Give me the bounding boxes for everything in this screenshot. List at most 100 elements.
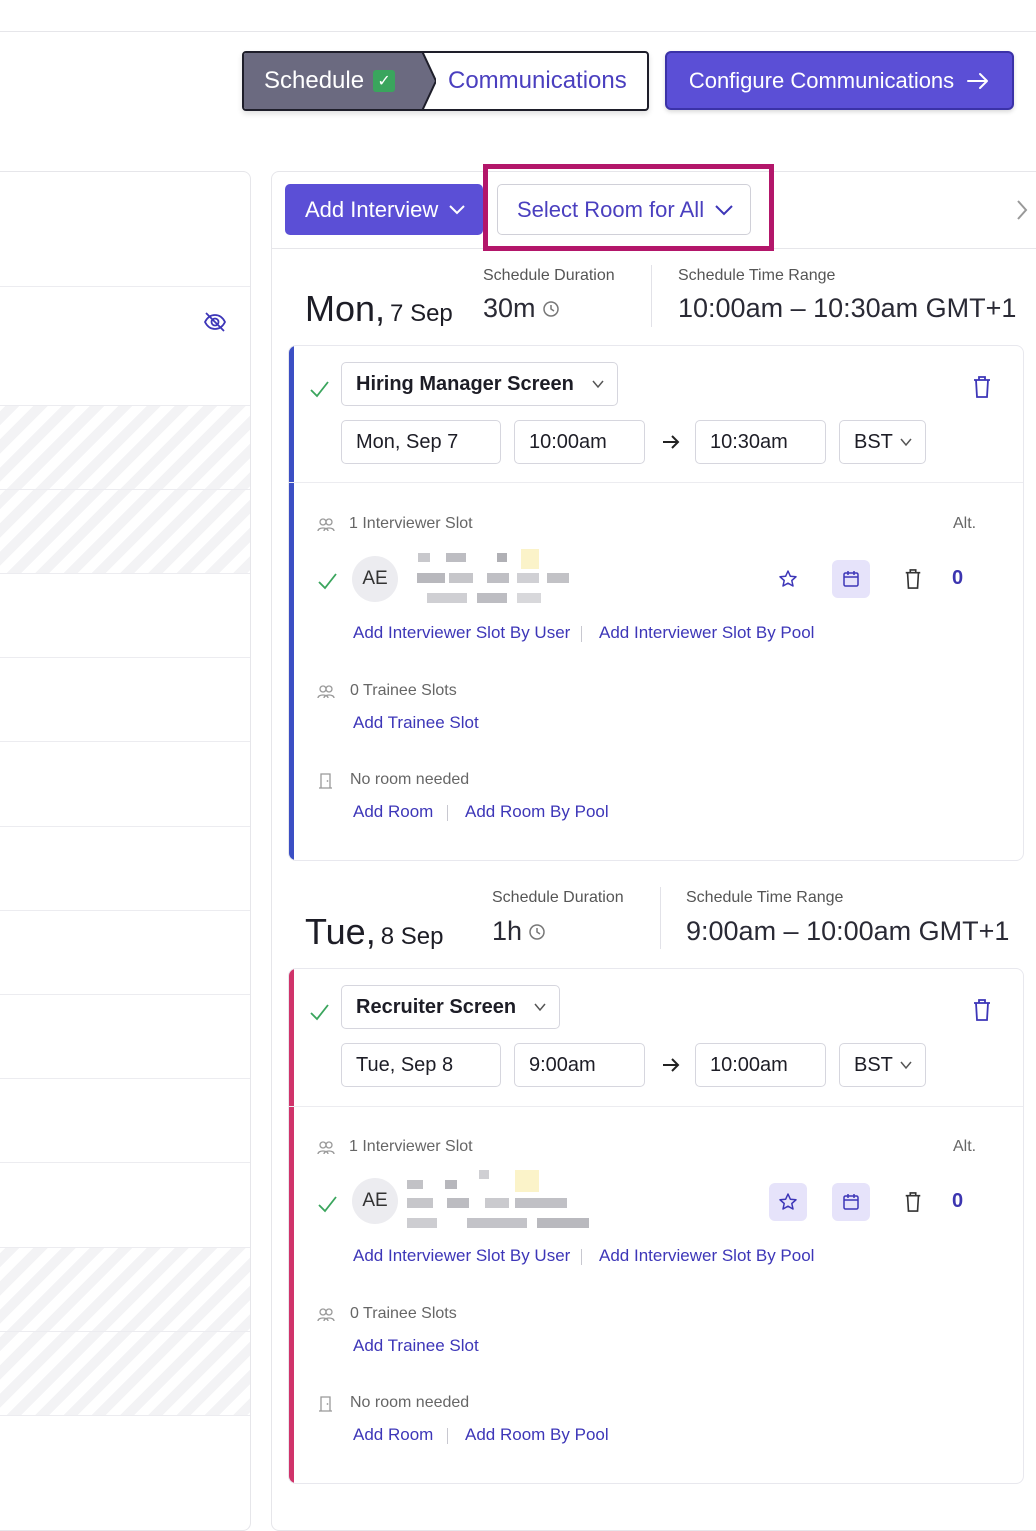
- chevron-down-icon: [900, 1061, 912, 1070]
- add-interviewer-slot-by-user-link[interactable]: Add Interviewer Slot By User: [353, 1246, 570, 1266]
- schedule-duration-value: 30m: [483, 293, 560, 324]
- add-interview-button[interactable]: Add Interview: [285, 184, 483, 235]
- step-communications-label: Communications: [448, 67, 627, 94]
- calendar-button[interactable]: [832, 560, 870, 598]
- star-icon: [779, 570, 797, 587]
- configure-communications-button[interactable]: Configure Communications: [665, 51, 1014, 110]
- check-icon: [310, 1004, 329, 1021]
- alt-label: Alt.: [953, 1138, 977, 1155]
- add-room-link[interactable]: Add Room: [353, 802, 433, 822]
- left-panel-row: [0, 286, 250, 405]
- select-room-for-all-label: Select Room for All: [517, 196, 705, 222]
- calendar-icon: [843, 571, 859, 587]
- chevron-down-icon: [715, 204, 733, 215]
- step-schedule[interactable]: Schedule ✓: [244, 53, 422, 109]
- link-divider: [447, 805, 448, 821]
- interview-date-value: Tue, Sep 8: [356, 1053, 454, 1076]
- calendar-icon: [843, 1194, 859, 1210]
- card-divider: [289, 1106, 1023, 1107]
- link-divider: [447, 1428, 448, 1444]
- schedule-time-range-value: 9:00am – 10:00am GMT+1: [686, 916, 1010, 946]
- card-accent: [289, 346, 294, 860]
- check-icon: [310, 381, 329, 398]
- interview-type-value: Hiring Manager Screen: [356, 372, 574, 395]
- trash-icon[interactable]: [971, 375, 993, 399]
- room-status-label: No room needed: [350, 1394, 470, 1411]
- day-date: 8 Sep: [380, 923, 444, 950]
- add-room-link[interactable]: Add Room: [353, 1425, 433, 1445]
- room-status-label: No room needed: [350, 771, 470, 788]
- day-heading: Mon, 7 Sep: [305, 288, 453, 330]
- interview-type-select[interactable]: Hiring Manager Screen: [341, 362, 618, 406]
- select-room-for-all-button[interactable]: Select Room for All: [497, 184, 751, 235]
- interview-date-input[interactable]: Tue, Sep 8: [341, 1043, 501, 1087]
- start-time-input[interactable]: 10:00am: [514, 420, 645, 464]
- interview-date-input[interactable]: Mon, Sep 7: [341, 420, 501, 464]
- start-time-input[interactable]: 9:00am: [514, 1043, 645, 1087]
- arrow-right-icon: [663, 1058, 680, 1072]
- link-divider: [581, 626, 582, 642]
- add-interviewer-slot-by-pool-link[interactable]: Add Interviewer Slot By Pool: [599, 1246, 814, 1266]
- chevron-down-icon: [534, 1003, 546, 1012]
- alt-count[interactable]: 0: [952, 1190, 963, 1213]
- end-time-input[interactable]: 10:00am: [695, 1043, 826, 1087]
- trash-icon[interactable]: [971, 998, 993, 1022]
- left-panel-row: [0, 1331, 250, 1415]
- preferred-star-button[interactable]: [769, 1183, 807, 1221]
- duration-text: 1h: [492, 916, 523, 946]
- timezone-value: BST: [854, 430, 893, 453]
- step-divider-icon: [416, 53, 436, 109]
- interviewer-slot-label: 1 Interviewer Slot: [349, 515, 473, 532]
- check-icon: [318, 573, 337, 590]
- door-icon: [319, 1396, 332, 1412]
- interviewer-slot-label: 1 Interviewer Slot: [349, 1138, 473, 1155]
- check-icon: ✓: [373, 70, 396, 92]
- left-panel-row: [0, 994, 250, 1078]
- step-communications[interactable]: Communications: [448, 53, 627, 109]
- timezone-select[interactable]: BST: [839, 1043, 926, 1087]
- trash-icon[interactable]: [903, 1191, 923, 1213]
- preferred-star-button[interactable]: [769, 560, 807, 598]
- eye-off-icon[interactable]: [203, 311, 227, 333]
- timezone-value: BST: [854, 1053, 893, 1076]
- door-icon: [319, 773, 332, 789]
- trainee-slot-label: 0 Trainee Slots: [350, 1305, 457, 1322]
- alt-label: Alt.: [953, 515, 977, 532]
- add-interviewer-slot-by-user-link[interactable]: Add Interviewer Slot By User: [353, 623, 570, 643]
- chevron-down-icon: [900, 438, 912, 447]
- add-interviewer-slot-by-pool-link[interactable]: Add Interviewer Slot By Pool: [599, 623, 814, 643]
- link-divider: [581, 1249, 582, 1265]
- people-icon: [317, 518, 335, 532]
- configure-communications-label: Configure Communications: [688, 67, 955, 93]
- alt-count[interactable]: 0: [952, 567, 963, 590]
- arrow-right-icon: [663, 435, 680, 449]
- interview-type-value: Recruiter Screen: [356, 995, 517, 1018]
- left-panel-row: [0, 1078, 250, 1162]
- schedule-duration-label: Schedule Duration: [483, 267, 615, 284]
- add-interview-label: Add Interview: [305, 196, 439, 222]
- add-trainee-slot-link[interactable]: Add Trainee Slot: [353, 1336, 479, 1356]
- add-room-by-pool-link[interactable]: Add Room By Pool: [465, 802, 609, 822]
- arrow-right-icon: [967, 72, 989, 89]
- card-divider: [289, 482, 1023, 483]
- trash-icon[interactable]: [903, 568, 923, 590]
- add-trainee-slot-link[interactable]: Add Trainee Slot: [353, 713, 479, 733]
- timezone-select[interactable]: BST: [839, 420, 926, 464]
- meta-divider: [660, 887, 661, 949]
- top-divider: [0, 31, 1036, 32]
- end-time-value: 10:30am: [710, 430, 788, 453]
- clock-icon: [542, 300, 559, 317]
- interview-type-select[interactable]: Recruiter Screen: [341, 985, 560, 1029]
- chevron-right-icon[interactable]: [1014, 198, 1030, 222]
- left-panel: [0, 171, 251, 1531]
- step-schedule-label: Schedule: [264, 67, 365, 94]
- avatar: AE: [352, 1178, 398, 1224]
- calendar-button[interactable]: [832, 1183, 870, 1221]
- redacted-interviewer-name: [407, 1170, 589, 1228]
- end-time-input[interactable]: 10:30am: [695, 420, 826, 464]
- add-room-by-pool-link[interactable]: Add Room By Pool: [465, 1425, 609, 1445]
- schedule-time-range-label: Schedule Time Range: [686, 889, 844, 906]
- end-time-value: 10:00am: [710, 1053, 788, 1076]
- left-panel-row: [0, 1247, 250, 1331]
- avatar: AE: [352, 556, 398, 602]
